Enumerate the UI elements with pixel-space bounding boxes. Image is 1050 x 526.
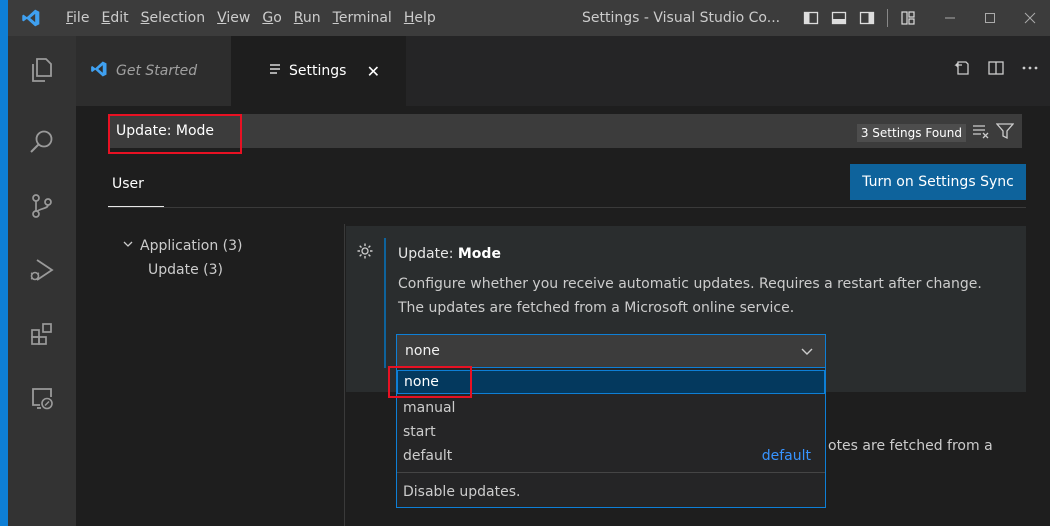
toc-item-application-label: Application (3) xyxy=(140,238,243,254)
extensions-icon[interactable] xyxy=(8,304,76,364)
setting-title: Update: Mode xyxy=(398,246,501,262)
chevron-down-icon xyxy=(122,238,140,254)
toggle-panel-icon[interactable] xyxy=(828,0,850,36)
setting-category: Update: xyxy=(398,246,458,262)
chevron-down-icon xyxy=(799,343,815,363)
more-actions-icon[interactable] xyxy=(1020,58,1040,78)
settings-found-count: 3 Settings Found xyxy=(856,124,966,142)
tab-user-settings[interactable]: User xyxy=(112,176,144,192)
option-default-label: default xyxy=(403,448,453,464)
toc-item-application[interactable]: Application (3) xyxy=(122,234,243,258)
menu-view[interactable]: View xyxy=(211,0,256,36)
run-and-debug-icon[interactable] xyxy=(8,240,76,300)
menu-selection[interactable]: Selection xyxy=(135,0,212,36)
open-settings-json-icon[interactable] xyxy=(952,58,972,78)
option-start[interactable]: start xyxy=(397,420,825,444)
toggle-secondary-sidebar-icon[interactable] xyxy=(856,0,878,36)
split-editor-icon[interactable] xyxy=(986,58,1006,78)
editor-actions xyxy=(952,58,1040,78)
setting-description: Configure whether you receive automatic … xyxy=(398,276,982,316)
menu-run[interactable]: Run xyxy=(288,0,327,36)
settings-search-box: 3 Settings Found xyxy=(110,114,1022,148)
vscode-logo-icon xyxy=(16,0,46,36)
search-icon[interactable] xyxy=(8,112,76,172)
tab-get-started-label: Get Started xyxy=(116,63,198,79)
editor-tab-bar: Get Started Settings ✕ xyxy=(76,36,1050,106)
option-highlight-box xyxy=(388,366,472,398)
window-controls xyxy=(930,0,1050,36)
close-window-icon[interactable] xyxy=(1010,0,1050,36)
update-mode-select[interactable]: none xyxy=(396,334,826,368)
window-title: Settings - Visual Studio Co... xyxy=(582,10,781,26)
setting-name: Mode xyxy=(457,246,501,262)
settings-toc: Application (3) Update (3) xyxy=(122,234,243,282)
clear-filter-icon[interactable] xyxy=(972,122,990,144)
setting-focus-indicator xyxy=(384,238,386,368)
settings-tab-icon xyxy=(269,63,281,79)
source-control-icon[interactable] xyxy=(8,176,76,236)
layout-controls xyxy=(800,0,919,36)
default-badge: default xyxy=(761,448,811,464)
toc-item-update[interactable]: Update (3) xyxy=(122,258,243,282)
menu-bar: File Edit Selection View Go Run Terminal… xyxy=(60,0,442,36)
settings-tabs-divider xyxy=(108,207,1026,208)
menu-file[interactable]: File xyxy=(60,0,95,36)
tab-get-started[interactable]: Get Started xyxy=(76,36,231,106)
select-value: none xyxy=(405,343,440,359)
titlebar-separator xyxy=(887,9,888,27)
minimize-icon[interactable] xyxy=(930,0,970,36)
option-default[interactable]: default default xyxy=(397,444,825,468)
tab-settings-label: Settings xyxy=(289,63,347,79)
toggle-primary-sidebar-icon[interactable] xyxy=(800,0,822,36)
maximize-icon[interactable] xyxy=(970,0,1010,36)
option-manual[interactable]: manual xyxy=(397,396,825,420)
obscured-description-text: otes are fetched from a xyxy=(828,438,993,454)
title-bar: File Edit Selection View Go Run Terminal… xyxy=(8,0,1050,36)
explorer-icon[interactable] xyxy=(8,40,76,100)
search-highlight-box xyxy=(108,114,242,154)
menu-edit[interactable]: Edit xyxy=(95,0,134,36)
filter-icon[interactable] xyxy=(995,122,1015,144)
dropdown-description-divider xyxy=(397,472,825,473)
menu-help[interactable]: Help xyxy=(398,0,442,36)
search-actions xyxy=(972,122,1015,144)
window-edge xyxy=(0,0,8,526)
user-tab-underline xyxy=(108,206,164,207)
menu-terminal[interactable]: Terminal xyxy=(327,0,398,36)
menu-go[interactable]: Go xyxy=(256,0,287,36)
close-tab-icon[interactable]: ✕ xyxy=(367,62,380,81)
customize-layout-icon[interactable] xyxy=(897,0,919,36)
remote-explorer-icon[interactable] xyxy=(8,368,76,428)
turn-on-settings-sync-button[interactable]: Turn on Settings Sync xyxy=(850,164,1026,200)
toc-item-update-label: Update (3) xyxy=(148,262,223,278)
gear-icon[interactable] xyxy=(356,242,374,260)
tab-settings[interactable]: Settings ✕ xyxy=(231,36,406,106)
toc-divider xyxy=(344,224,345,526)
settings-editor: 3 Settings Found Turn on Settings Sync U… xyxy=(76,106,1050,526)
option-description: Disable updates. xyxy=(403,484,521,500)
activity-bar xyxy=(8,36,76,526)
vscode-tab-icon xyxy=(90,60,108,82)
